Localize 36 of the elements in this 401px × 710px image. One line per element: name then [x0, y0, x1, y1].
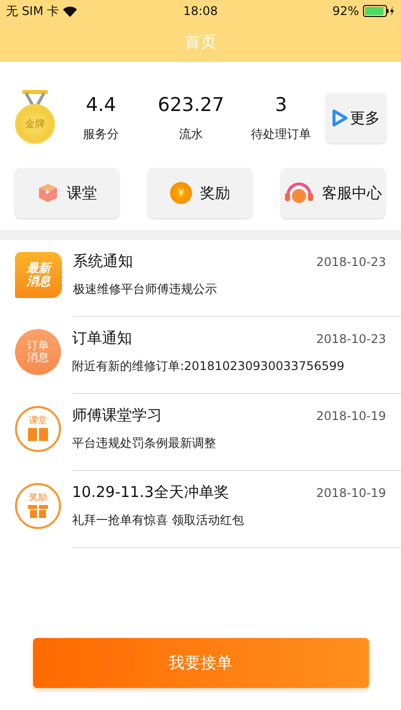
shortcut-button[interactable]: 客服中心 — [281, 168, 385, 218]
clock-text: 18:08 — [183, 4, 218, 18]
page-title: 首页 — [184, 32, 216, 52]
message-title: 10.29-11.3全天冲单奖 — [72, 483, 229, 502]
battery-percent: 92% — [332, 4, 359, 18]
message-title: 师傅课堂学习 — [72, 406, 162, 425]
stat-value: 4.4 — [86, 94, 116, 116]
message-title: 订单通知 — [72, 329, 132, 348]
battery-icon — [363, 5, 395, 17]
book-icon: 课堂 — [15, 406, 61, 452]
gift-icon: 奖励 — [15, 483, 61, 529]
message-text: 极速维修平台师傅违规公示 — [73, 281, 218, 298]
message-date: 2018-10-19 — [316, 486, 386, 500]
carrier-text: 无 SIM 卡 — [6, 2, 60, 20]
stat-value: 623.27 — [158, 94, 224, 116]
message-date: 2018-10-23 — [316, 332, 386, 346]
cube-icon — [37, 182, 59, 204]
latest-news-icon: 最新 消息 — [15, 252, 62, 298]
shortcut-button[interactable]: 课堂 — [15, 168, 119, 218]
headset-icon — [284, 181, 314, 205]
more-button[interactable]: 更多 — [326, 93, 386, 143]
wifi-icon — [63, 6, 78, 16]
shortcut-button[interactable]: ¥ 奖励 — [148, 168, 252, 218]
stat-value: 3 — [274, 94, 288, 116]
stat-label: 服务分 — [83, 126, 119, 142]
message-text: 附近有新的维修订单:201810230930033756599 — [72, 358, 346, 375]
stat-label: 待处理订单 — [251, 126, 311, 142]
message-text: 礼拜一抢单有惊喜 领取活动红包 — [72, 512, 245, 529]
order-message-icon: 订单 消息 — [15, 329, 61, 375]
stat-label: 流水 — [179, 126, 203, 142]
message-date: 2018-10-19 — [316, 408, 386, 422]
message-text: 平台违规处罚条例最新调整 — [72, 435, 217, 452]
message-title: 系统通知 — [73, 252, 133, 271]
play-icon — [332, 109, 348, 127]
message-date: 2018-10-23 — [316, 254, 386, 268]
coin-icon: ¥ — [170, 182, 192, 204]
